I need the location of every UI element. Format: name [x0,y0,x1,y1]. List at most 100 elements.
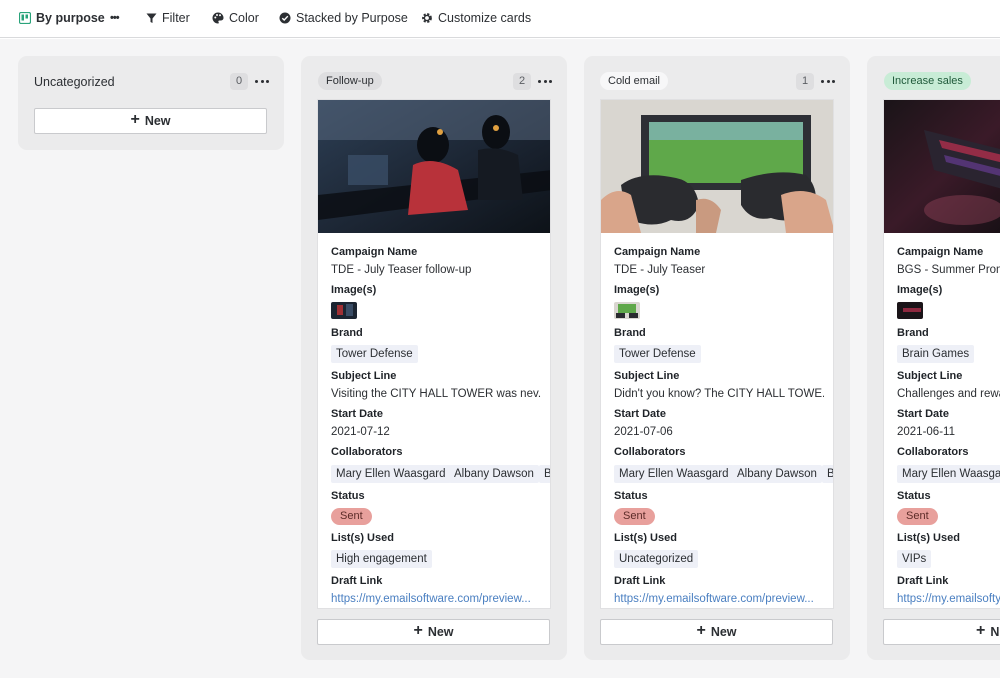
field-label: List(s) Used [331,532,394,544]
field-label: Start Date [331,408,383,420]
collaborator-chip: Albany Dawson [732,465,822,483]
filter-label: Filter [162,11,190,25]
brand-chip: Brain Games [897,345,975,363]
column-title: Follow-up [318,72,382,90]
collaborator-chip: Mary Ellen Waasgar [897,465,1000,483]
field-label: Campaign Name [897,246,984,258]
new-card-button[interactable]: + New [600,619,833,645]
field-label: Brand [331,327,363,339]
stacked-by-button[interactable]: Stacked by Purpose [279,7,408,29]
collaborator-chip: Mary Ellen Waasgard [331,465,451,483]
column-menu-icon[interactable] [538,75,552,87]
filter-button[interactable]: Filter [146,7,190,29]
new-card-button[interactable]: + N [883,619,1000,645]
field-label: Brand [614,327,646,339]
field-label: Draft Link [331,575,383,587]
card-tde-july-teaser[interactable]: Campaign Name TDE - July Teaser Image(s)… [600,99,834,609]
draft-link[interactable]: https://my.emailsoftware.com/preview... [331,593,541,605]
plus-icon: + [413,622,423,639]
field-label: Start Date [614,408,666,420]
subject-line: Didn't you know? The CITY HALL TOWE... [614,388,824,400]
column-title: Increase sales [884,72,971,90]
campaign-name: TDE - July Teaser follow-up [331,264,472,276]
color-button[interactable]: Color [212,7,259,29]
image-thumbnail[interactable] [897,302,923,319]
campaign-name: BGS - Summer Prom [897,264,1000,276]
board-icon [19,12,31,24]
field-label: Image(s) [614,284,660,296]
view-label: By purpose [36,11,105,25]
list-chip: Uncategorized [614,550,699,568]
card-tde-july-teaser-follow-up[interactable]: Campaign Name TDE - July Teaser follow-u… [317,99,551,609]
field-label: Subject Line [614,370,680,382]
field-label: Campaign Name [614,246,701,258]
filter-icon [146,13,157,24]
column-count: 1 [796,73,814,90]
new-card-button[interactable]: + New [34,108,267,134]
column-count: 0 [230,73,248,90]
cover-image [318,100,550,233]
status-badge: Sent [331,508,372,525]
plus-icon: + [696,622,706,639]
column-uncategorized [18,56,284,150]
customize-label: Customize cards [438,11,532,25]
collaborator-chip: B [822,465,833,483]
image-thumbnail[interactable] [614,302,640,319]
field-label: Status [897,490,931,502]
new-label: New [427,625,454,639]
field-label: Subject Line [897,370,963,382]
field-label: Status [331,490,365,502]
start-date: 2021-07-12 [331,426,390,438]
new-label: New [710,625,737,639]
column-title: Uncategorized [34,75,115,89]
field-label: Draft Link [897,575,949,587]
field-label: List(s) Used [614,532,677,544]
plus-icon: + [130,111,140,128]
more-icon[interactable]: ••• [110,7,120,29]
list-chip: VIPs [897,550,932,568]
brand-chip: Tower Defense [614,345,701,363]
column-title: Cold email [600,72,668,90]
color-label: Color [229,11,259,25]
collaborator-chip: B [539,465,550,483]
stacked-label: Stacked by Purpose [296,11,408,25]
column-menu-icon[interactable] [255,75,269,87]
field-label: Subject Line [331,370,397,382]
new-label: N [990,625,1000,639]
gear-icon [421,12,433,24]
field-label: Brand [897,327,929,339]
status-badge: Sent [614,508,655,525]
plus-icon: + [976,622,986,639]
field-label: Draft Link [614,575,666,587]
subject-line: Visiting the CITY HALL TOWER was nev... [331,388,541,400]
new-card-button[interactable]: + New [317,619,550,645]
campaign-name: TDE - July Teaser [614,264,706,276]
field-label: Campaign Name [331,246,418,258]
field-label: Status [614,490,648,502]
field-label: Collaborators [614,446,686,458]
column-menu-icon[interactable] [821,75,835,87]
field-label: Image(s) [897,284,943,296]
image-thumbnail[interactable] [331,302,357,319]
view-switcher[interactable]: By purpose [19,7,105,29]
field-label: Start Date [897,408,949,420]
collaborator-chip: Albany Dawson [449,465,539,483]
card-bgs-summer-promo[interactable]: Campaign Name BGS - Summer Prom Image(s)… [883,99,1000,609]
field-label: Collaborators [331,446,403,458]
field-label: Image(s) [331,284,377,296]
collaborator-chip: Mary Ellen Waasgard [614,465,734,483]
draft-link[interactable]: https://my.emailsofty [897,593,1000,605]
column-count: 2 [513,73,531,90]
status-badge: Sent [897,508,938,525]
brand-chip: Tower Defense [331,345,418,363]
start-date: 2021-06-11 [897,426,955,438]
cover-image [601,100,833,233]
field-label: List(s) Used [897,532,960,544]
palette-icon [212,12,224,24]
cover-image [884,100,1000,233]
check-circle-icon [279,12,291,24]
draft-link[interactable]: https://my.emailsoftware.com/preview... [614,593,824,605]
customize-cards-button[interactable]: Customize cards [421,7,531,29]
list-chip: High engagement [331,550,432,568]
toolbar: By purpose ••• Filter Color Stacked by P… [0,0,1000,38]
